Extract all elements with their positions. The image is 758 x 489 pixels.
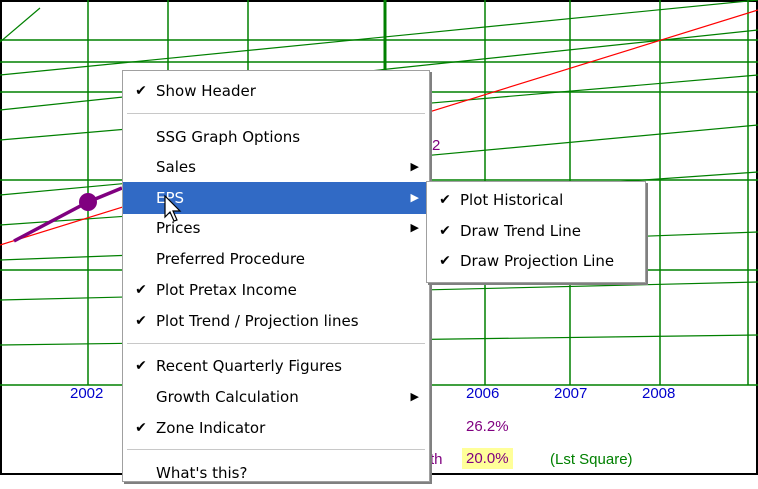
menu-item-zone-indicator[interactable]: ✔ Zone Indicator xyxy=(123,412,429,444)
menu-item-preferred-procedure[interactable]: Preferred Procedure xyxy=(123,243,429,275)
check-icon: ✔ xyxy=(135,358,147,374)
growth-method-label: (Lst Square) xyxy=(550,451,633,468)
graph-window: 2002 2006 2007 2008 26.2% th 20.0% (Lst … xyxy=(0,0,758,482)
menu-item-recent-quarterly-figures[interactable]: ✔ Recent Quarterly Figures xyxy=(123,350,429,382)
year-label: 2007 xyxy=(554,385,588,402)
menu-item-growth-calculation[interactable]: Growth Calculation ▶ xyxy=(123,381,429,413)
submenu-item-plot-historical[interactable]: ✔ Plot Historical xyxy=(427,184,645,216)
check-icon: ✔ xyxy=(135,313,147,329)
check-icon: ✔ xyxy=(439,223,451,239)
check-icon: ✔ xyxy=(439,192,451,208)
menu-separator xyxy=(127,113,425,114)
growth-label-partial: th xyxy=(430,451,443,468)
menu-separator xyxy=(127,343,425,344)
check-icon: ✔ xyxy=(135,83,147,99)
line-marker-label: 2 xyxy=(432,137,441,154)
eps-submenu: ✔ Plot Historical ✔ Draw Trend Line ✔ Dr… xyxy=(426,181,646,283)
historical-eps-point xyxy=(79,193,97,211)
submenu-item-draw-trend-line[interactable]: ✔ Draw Trend Line xyxy=(427,215,645,247)
check-icon: ✔ xyxy=(439,253,451,269)
menu-item-ssg-graph-options[interactable]: SSG Graph Options xyxy=(123,121,429,153)
check-icon: ✔ xyxy=(135,282,147,298)
menu-item-show-header[interactable]: ✔ Show Header xyxy=(123,75,429,107)
submenu-arrow-icon: ▶ xyxy=(410,390,419,403)
graph-context-menu: ✔ Show Header SSG Graph Options Sales ▶ … xyxy=(122,70,430,482)
menu-separator xyxy=(127,449,425,450)
menu-item-plot-trend-projection-lines[interactable]: ✔ Plot Trend / Projection lines xyxy=(123,305,429,337)
menu-item-whats-this[interactable]: What's this? xyxy=(123,457,429,489)
year-label: 2008 xyxy=(642,385,676,402)
year-label: 2006 xyxy=(466,385,500,402)
menu-item-plot-pretax-income[interactable]: ✔ Plot Pretax Income xyxy=(123,274,429,306)
submenu-arrow-icon: ▶ xyxy=(410,221,419,234)
submenu-item-draw-projection-line[interactable]: ✔ Draw Projection Line xyxy=(427,245,645,277)
submenu-arrow-icon: ▶ xyxy=(410,191,419,204)
check-icon: ✔ xyxy=(135,420,147,436)
year-label: 2002 xyxy=(70,385,104,402)
mouse-pointer-icon xyxy=(164,195,182,222)
menu-item-sales[interactable]: Sales ▶ xyxy=(123,151,429,183)
growth-value-historical: 26.2% xyxy=(466,418,509,435)
growth-value-projected: 20.0% xyxy=(462,448,513,469)
submenu-arrow-icon: ▶ xyxy=(410,160,419,173)
